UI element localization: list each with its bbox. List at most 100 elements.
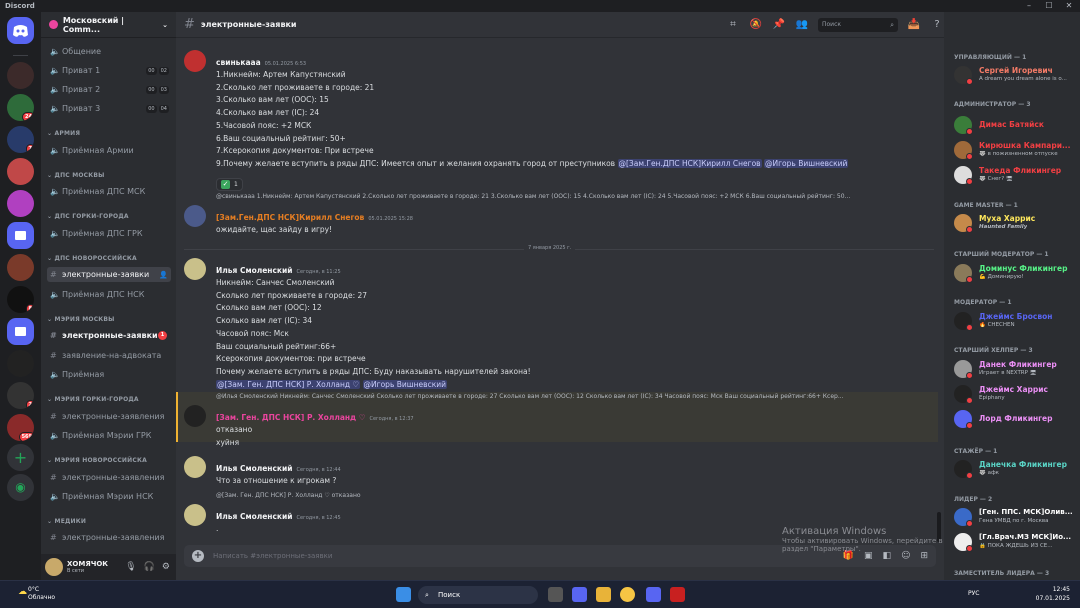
user-info[interactable]: ХОМЯЧОК В сети — [67, 560, 108, 574]
headphones-icon[interactable]: 🎧 — [144, 562, 155, 572]
close-icon[interactable]: ✕ — [1060, 0, 1078, 12]
avatar[interactable] — [184, 456, 206, 478]
home-button[interactable] — [7, 17, 34, 44]
server-icon-4[interactable] — [7, 158, 34, 185]
member-item[interactable]: Данечка Фликингер 🐺 афк — [952, 458, 1078, 480]
channel-item[interactable]: 🔈 Приёмная Армии — [47, 143, 171, 158]
category-header[interactable]: ⌄ ДПС МОСКВЫ — [47, 172, 105, 179]
server-folder-2[interactable] — [7, 318, 34, 345]
yandex-browser-icon[interactable] — [620, 587, 635, 602]
minimize-icon[interactable]: – — [1020, 0, 1038, 12]
add-server-icon[interactable]: + — [7, 444, 34, 471]
user-mention[interactable]: @[Зам. Ген. ДПС НСК] Р. Холланд ♡ — [216, 379, 361, 389]
member-list-icon[interactable]: 👥 — [795, 18, 809, 32]
channel-item[interactable]: # заявление-на-адвоката — [47, 348, 171, 363]
channel-item-selected[interactable]: # электронные-заявки 👤 — [47, 267, 171, 282]
message-author[interactable]: свинькааа — [216, 58, 261, 67]
member-item[interactable]: [Гл.Врач.МЗ МСК]Ио... 🔒 ПОКА ЖДЕШЬ ИЗ СЕ.… — [952, 531, 1078, 553]
member-item[interactable]: Такеда Фликингер 🐺 Снег? 🖥 — [952, 164, 1078, 186]
reply-preview[interactable]: @свинькааа 1.Никнейм: Артем Капустянский… — [216, 193, 916, 200]
channel-item[interactable]: 🔈 Приёмная — [47, 367, 171, 382]
server-icon-6[interactable] — [7, 254, 34, 281]
add-attachment-icon[interactable]: + — [192, 550, 204, 562]
member-item[interactable]: Димас Батяйск — [952, 114, 1078, 136]
user-mention[interactable]: @[Зам.Ген.ДПС НСК]Кирилл Снегов — [617, 158, 762, 168]
user-mention[interactable]: @Игорь Вишневский — [764, 158, 849, 168]
server-icon-2[interactable]: 24 — [7, 94, 34, 121]
avatar[interactable] — [184, 50, 206, 72]
clock[interactable]: 12:45 07.01.2025 — [1036, 585, 1070, 603]
avatar[interactable] — [184, 504, 206, 526]
start-windows-icon[interactable] — [396, 587, 411, 602]
server-header[interactable]: Московский | Comm... ⌄ — [41, 12, 176, 38]
reply-preview[interactable]: @Илья Смоленский Никнейм: Санчес Смоленс… — [216, 393, 916, 400]
member-item[interactable]: Доминус Фликингер 💪 Доминирую! — [952, 262, 1078, 284]
message-author[interactable]: Илья Смоленский — [216, 512, 293, 521]
category-header[interactable]: ⌄ ДПС ГОРКИ-ГОРОДА — [47, 213, 129, 220]
server-folder-1[interactable] — [7, 222, 34, 249]
help-icon[interactable]: ? — [930, 18, 944, 32]
avatar[interactable] — [184, 258, 206, 280]
avatar[interactable] — [184, 405, 206, 427]
input-language[interactable]: РУС — [968, 590, 979, 597]
channel-item[interactable]: 🔈 Общение — [47, 44, 171, 59]
channel-item-unread[interactable]: # электронные-заявки 1 — [47, 328, 171, 343]
category-header[interactable]: ⌄ МЕДИКИ — [47, 518, 86, 525]
taskbar-search[interactable]: ⌕ Поиск — [418, 586, 538, 604]
notification-bell-icon[interactable]: 🔕 — [749, 18, 763, 32]
message-author[interactable]: [Зам. Ген. ДПС НСК] Р. Холланд ♡ — [216, 413, 365, 422]
avatar[interactable] — [45, 558, 63, 576]
channel-item[interactable]: 🔈 Приват 3 00 04 — [47, 101, 171, 116]
server-icon-8[interactable] — [7, 350, 34, 377]
avatar[interactable] — [184, 205, 206, 227]
inbox-icon[interactable]: 📥 — [907, 18, 921, 32]
microphone-icon[interactable]: 🎙 — [125, 562, 136, 572]
channel-item[interactable]: # электронные-заявления — [47, 470, 171, 485]
server-icon-5[interactable] — [7, 190, 34, 217]
message-author[interactable]: Илья Смоленский — [216, 464, 293, 473]
member-item[interactable]: Данек Фликингер Играет в NEXTRP 🖥 — [952, 358, 1078, 380]
member-item[interactable]: [Ген. ППС. МСК]Олив... Гена УМВД по г. Мо… — [952, 506, 1078, 528]
maximize-icon[interactable]: ☐ — [1040, 0, 1058, 12]
member-item[interactable]: Джеймс Бросвон 🔥 CHECHEN — [952, 310, 1078, 332]
file-explorer-icon[interactable] — [596, 587, 611, 602]
add-member-icon[interactable]: 👤 — [159, 271, 168, 279]
member-item[interactable]: Муха Харрис Haunted Family — [952, 212, 1078, 234]
task-view-icon[interactable] — [548, 587, 563, 602]
channel-item[interactable]: 🔈 Приёмная ДПС МСК — [47, 184, 171, 199]
discord-taskbar-icon[interactable] — [646, 587, 661, 602]
server-icon-3[interactable]: 7 — [7, 126, 34, 153]
channel-item[interactable]: 🔈 Приёмная Мэрии ГРК — [47, 428, 171, 443]
member-item[interactable]: Лорд Фликингер — [952, 408, 1078, 430]
threads-icon[interactable]: ⌗ — [726, 18, 740, 32]
pin-icon[interactable]: 📌 — [772, 18, 786, 32]
channel-item[interactable]: 🔈 Приёмная ДПС ГРК — [47, 226, 171, 241]
message-author[interactable]: [Зам.Ген.ДПС НСК]Кирилл Снегов — [216, 213, 364, 222]
server-icon-9[interactable]: 2 — [7, 382, 34, 409]
category-header[interactable]: ⌄ МЭРИЯ ГОРКИ-ГОРОДА — [47, 396, 139, 403]
member-item[interactable]: Джеймс Харрис Epiphany — [952, 383, 1078, 405]
taskbar-app-icon[interactable] — [670, 587, 685, 602]
channel-item[interactable]: 🔈 Приват 1 00 02 — [47, 63, 171, 78]
reply-preview[interactable]: @[Зам. Ген. ДПС НСК] Р. Холланд ♡ отказа… — [216, 492, 916, 499]
member-item[interactable]: Кирюшка Кампари... 🐺 в пожизненном отпуск… — [952, 139, 1078, 161]
member-item[interactable]: Сергей Игоревич A dream you dream alone i… — [952, 64, 1078, 86]
category-header[interactable]: ⌄ ДПС НОВОРОССИЙСКА — [47, 255, 137, 262]
server-icon-7[interactable]: 8 — [7, 286, 34, 313]
channel-item[interactable]: 🔈 Приёмная Мэрии НСК — [47, 489, 171, 504]
channel-item[interactable]: # электронные-заявления — [47, 530, 171, 545]
category-header[interactable]: ⌄ АРМИЯ — [47, 130, 80, 137]
reaction-button[interactable]: ✓ 1 — [216, 177, 243, 191]
channel-item[interactable]: 🔈 Приёмная ДПС НСК — [47, 287, 171, 302]
category-header[interactable]: ⌄ МЭРИЯ НОВОРОССИЙСКА — [47, 457, 147, 464]
message-author[interactable]: Илья Смоленский — [216, 266, 293, 275]
search-input[interactable]: Поиск ⌕ — [818, 18, 898, 32]
weather-widget[interactable]: ☁ 0°C Облачно — [18, 586, 55, 602]
server-icon-1[interactable] — [7, 62, 34, 89]
channel-item[interactable]: 🔈 Приват 2 00 03 — [47, 82, 171, 97]
taskbar-app-icon[interactable] — [572, 587, 587, 602]
gear-icon[interactable]: ⚙ — [162, 562, 170, 572]
server-icon-10[interactable]: 569 — [7, 414, 34, 441]
category-header[interactable]: ⌄ МЭРИЯ МОСКВЫ — [47, 316, 115, 323]
explore-compass-icon[interactable]: ◉ — [7, 474, 34, 501]
